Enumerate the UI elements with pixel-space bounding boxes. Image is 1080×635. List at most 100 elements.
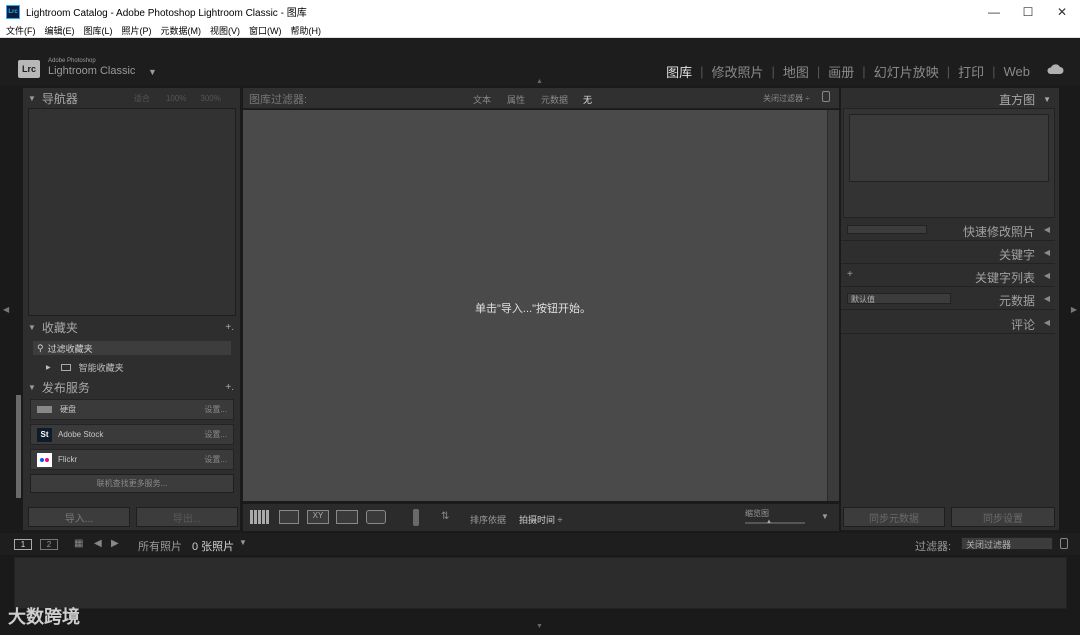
survey-view-icon[interactable] [336,510,358,524]
identity-dropdown-icon[interactable]: ▼ [148,67,157,77]
grid-scrollbar[interactable] [827,110,839,501]
zoom-300[interactable]: 300% [200,94,220,103]
add-publish-service-button[interactable]: +. [225,382,234,393]
filter-preset-select[interactable]: 关闭过滤器 ÷ [763,93,810,104]
find-more-services-button[interactable]: 联机查找更多服务... [30,474,234,493]
collapse-triangle-icon: ▼ [28,382,36,392]
bottom-panel-toggle-icon[interactable]: ▼ [536,623,543,630]
painter-icon[interactable] [413,509,419,526]
menu-help[interactable]: 帮助(H) [291,24,322,37]
filter-tab-attribute[interactable]: 属性 [507,93,525,106]
back-arrow-icon[interactable]: ◀ [94,538,102,549]
metadata-preset-select[interactable]: 默认值 [847,293,951,304]
right-panel-toggle-icon[interactable]: ▶ [1071,305,1077,314]
module-book[interactable]: 画册 [820,62,862,81]
metadata-header[interactable]: 默认值 元数据 ◀ [841,288,1055,310]
source-dropdown-icon[interactable]: ▼ [239,538,247,547]
import-button[interactable]: 导入... [28,507,130,527]
filter-tab-metadata[interactable]: 元数据 [541,93,568,106]
menu-library[interactable]: 图库(L) [84,24,113,37]
histogram-title: 直方图 [999,92,1036,107]
publish-service-adobe-stock[interactable]: St Adobe Stock 设置... [30,424,234,445]
filmstrip[interactable] [14,557,1067,609]
brand-name: Lightroom Classic [48,65,136,77]
expand-arrow-icon: ◀ [1043,318,1050,327]
filmstrip-source[interactable]: 所有照片 [138,538,182,554]
add-collection-button[interactable]: +. [225,322,234,333]
menu-window[interactable]: 窗口(W) [249,24,282,37]
menu-bar: 文件(F) 编辑(E) 图库(L) 照片(P) 元数据(M) 视图(V) 窗口(… [0,23,1080,38]
primary-window-button[interactable]: 1 [14,539,32,550]
collapse-triangle-icon: ▼ [28,93,36,103]
module-slideshow[interactable]: 幻灯片放映 [866,62,947,81]
collections-header[interactable]: ▼ 收藏夹 +. [28,317,238,337]
filter-tab-none[interactable]: 无 [583,93,592,106]
compare-view-icon[interactable]: XY [307,510,329,524]
close-icon[interactable]: ✕ [1046,0,1078,23]
keyword-list-title: 关键字列表 [974,271,1035,285]
module-map[interactable]: 地图 [775,62,817,81]
service-settings-link[interactable]: 设置... [204,454,227,465]
filter-tab-text[interactable]: 文本 [473,93,491,106]
module-library[interactable]: 图库 [658,62,700,81]
cloud-sync-icon[interactable] [1046,63,1064,75]
grid-view-icon[interactable] [250,510,270,524]
service-settings-link[interactable]: 设置... [204,404,227,415]
expand-arrow-icon: ◀ [1043,271,1050,280]
keywording-header[interactable]: 关键字 ◀ [841,242,1055,264]
sync-settings-button[interactable]: 同步设置 [951,507,1055,527]
publish-service-harddrive[interactable]: 硬盘 设置... [30,399,234,420]
toolbar-menu-icon[interactable]: ▼ [821,512,829,521]
thumbnail-size-label: 缩览图 [745,509,769,518]
lock-icon[interactable] [822,91,830,102]
filter-lock-icon[interactable] [1060,538,1068,549]
saved-preset-select[interactable] [847,225,927,234]
module-develop[interactable]: 修改照片 [703,62,771,81]
histogram-header[interactable]: 直方图 ▼ [841,89,1055,109]
people-view-icon[interactable] [366,510,386,524]
sort-direction-icon[interactable]: ⇅ [441,511,449,522]
zoom-fit[interactable]: 适合 [134,93,150,104]
forward-arrow-icon[interactable]: ▶ [111,538,119,549]
smart-collection-icon [60,364,71,371]
grid-shortcut-icon[interactable]: ▦ [74,538,83,549]
left-panel-scrollbar[interactable] [16,395,21,498]
loupe-view-icon[interactable] [279,510,299,524]
navigator-preview[interactable] [28,108,236,316]
secondary-window-button[interactable]: 2 [40,539,58,550]
zoom-100[interactable]: 100% [166,94,186,103]
service-name: 硬盘 [60,405,76,414]
bottom-bar: ▼ [0,611,1080,635]
export-button[interactable]: 导出... [136,507,238,527]
slider-thumb-icon[interactable]: ▲ [766,519,772,525]
navigator-header[interactable]: ▼ 导航器 适合 100% 300% [28,88,238,108]
top-panel-toggle-icon[interactable]: ▲ [536,78,543,85]
publish-service-flickr[interactable]: Flickr 设置... [30,449,234,470]
flickr-icon [37,452,52,467]
add-keyword-button[interactable]: + [847,269,853,280]
menu-edit[interactable]: 编辑(E) [45,24,75,37]
window-title: Lightroom Catalog - Adobe Photoshop Ligh… [26,8,307,19]
thumbnail-size-slider[interactable] [745,522,805,524]
left-panel-toggle-icon[interactable]: ◀ [3,305,9,314]
collection-filter-field[interactable]: ⚲ 过滤收藏夹 [33,341,231,355]
menu-metadata[interactable]: 元数据(M) [161,24,202,37]
service-settings-link[interactable]: 设置... [204,429,227,440]
publish-services-header[interactable]: ▼ 发布服务 +. [28,377,238,397]
filmstrip-filter-select[interactable]: 关闭过滤器 [961,537,1053,550]
menu-photo[interactable]: 照片(P) [122,24,152,37]
comments-header[interactable]: 评论 ◀ [841,312,1055,334]
service-name: Flickr [58,455,78,464]
menu-view[interactable]: 视图(V) [210,24,240,37]
sync-metadata-button[interactable]: 同步元数据 [843,507,945,527]
quick-develop-header[interactable]: 快速修改照片 ◀ [841,219,1055,241]
minimize-icon[interactable]: — [978,0,1010,23]
keyword-list-header[interactable]: + 关键字列表 ◀ [841,265,1055,287]
sort-select[interactable]: 拍摄时间 ÷ [519,513,562,526]
smart-collections-item[interactable]: ▶ 智能收藏夹 [46,361,124,374]
module-web[interactable]: Web [996,64,1039,79]
maximize-icon[interactable]: ☐ [1012,0,1044,23]
grid-view[interactable]: 单击"导入..."按钮开始。 [243,110,827,501]
module-print[interactable]: 打印 [950,62,992,81]
menu-file[interactable]: 文件(F) [6,24,36,37]
